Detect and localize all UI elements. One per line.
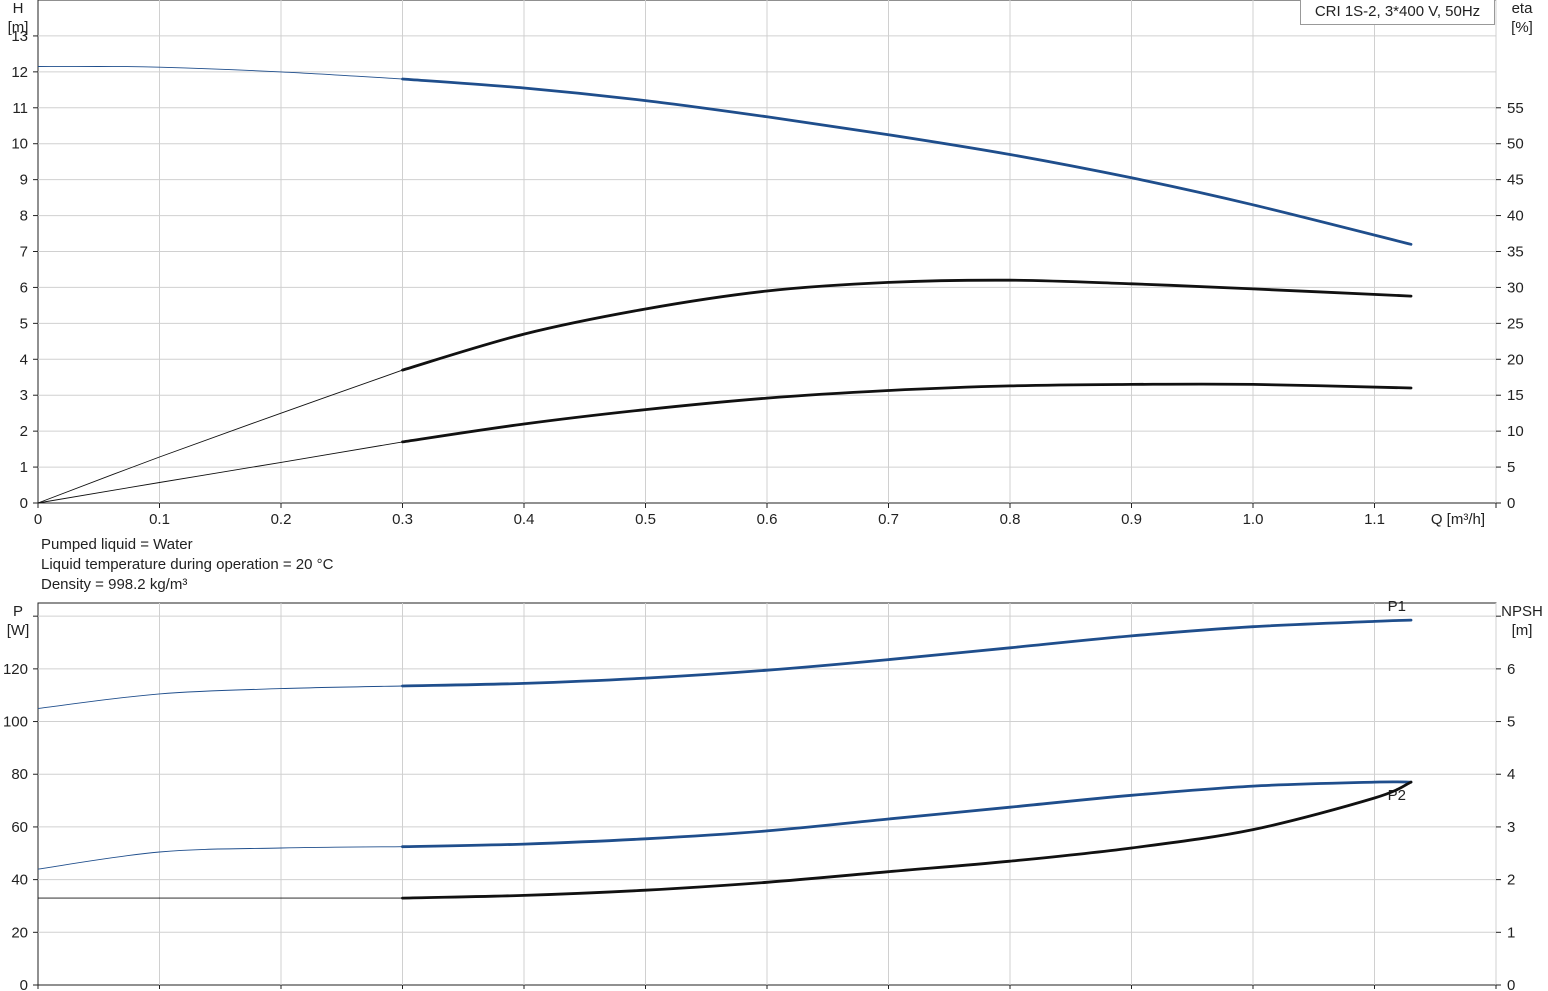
left-axis-tick-label: 3 xyxy=(20,387,28,404)
right-axis-tick-label: 0 xyxy=(1507,495,1515,512)
note-pumped-liquid: Pumped liquid = Water xyxy=(41,536,193,553)
right-axis-tick-label: 25 xyxy=(1507,315,1524,332)
left-axis-tick-label: 4 xyxy=(20,351,28,368)
p2-series-1-1-operating-range xyxy=(401,780,1413,849)
p1-series-1-0-operating-range xyxy=(401,618,1413,688)
right-axis-tick-label: 15 xyxy=(1507,387,1524,404)
left-axis-tick-label: 12 xyxy=(11,64,28,81)
head-efficiency-chart: 0123456789101112130510152025303540455055… xyxy=(8,0,1534,528)
note-liquid-temperature: Liquid temperature during operation = 20… xyxy=(41,556,334,573)
x-axis-title: Q [m³/h] xyxy=(1431,511,1485,528)
x-axis-tick-label: 0.9 xyxy=(1121,511,1142,528)
series-0-2-extended-range xyxy=(37,441,403,504)
right-axis-title: NPSH xyxy=(1501,603,1543,620)
left-axis-tick-label: 11 xyxy=(12,100,28,117)
left-axis-unit: [W] xyxy=(7,622,30,639)
note-density: Density = 998.2 kg/m³ xyxy=(41,576,188,593)
x-axis-tick-label: 0.3 xyxy=(392,511,413,528)
left-axis-tick-label: 120 xyxy=(3,661,28,678)
x-axis-tick-label: 0.7 xyxy=(878,511,899,528)
left-axis-tick-label: 8 xyxy=(20,208,28,225)
series-0-0-extended-range xyxy=(37,65,403,80)
right-axis-unit: [%] xyxy=(1511,19,1533,36)
left-axis-tick-label: 20 xyxy=(11,924,28,941)
series-0-2-operating-range xyxy=(401,382,1413,444)
left-axis-tick-label: 80 xyxy=(11,766,28,783)
left-axis-tick-label: 100 xyxy=(3,714,28,731)
right-axis-tick-label: 3 xyxy=(1507,819,1515,836)
left-axis-tick-label: 60 xyxy=(11,819,28,836)
chart-title: CRI 1S-2, 3*400 V, 50Hz xyxy=(1300,0,1495,25)
left-axis-tick-label: 2 xyxy=(20,423,28,440)
x-axis-tick-label: 0.2 xyxy=(271,511,292,528)
p1-series-1-0-extended-range xyxy=(37,685,403,709)
power-npsh-chart: 0204060801001200123456P[W]NPSH[m]P1P2 xyxy=(3,598,1543,991)
series-0-1-operating-range xyxy=(401,278,1413,372)
left-axis-tick-label: 0 xyxy=(20,977,28,991)
right-axis-tick-label: 2 xyxy=(1507,872,1515,889)
series-1-2-operating-range xyxy=(401,780,1413,900)
left-axis-unit: [m] xyxy=(8,19,29,36)
right-axis-title: eta xyxy=(1512,0,1534,17)
p2-series-1-1-extended-range xyxy=(37,846,403,870)
right-axis-tick-label: 5 xyxy=(1507,714,1515,731)
series-label-p1: P1 xyxy=(1388,598,1406,615)
left-axis-tick-label: 5 xyxy=(20,315,28,332)
right-axis-tick-label: 50 xyxy=(1507,136,1524,153)
left-axis-tick-label: 0 xyxy=(20,495,28,512)
x-axis-tick-label: 0.4 xyxy=(514,511,535,528)
left-axis-title: P xyxy=(13,603,23,620)
x-axis-tick-label: 1.1 xyxy=(1364,511,1385,528)
right-axis-tick-label: 1 xyxy=(1507,924,1515,941)
right-axis-tick-label: 5 xyxy=(1507,459,1515,476)
right-axis-tick-label: 30 xyxy=(1507,279,1524,296)
right-axis-tick-label: 6 xyxy=(1507,661,1515,678)
right-axis-tick-label: 55 xyxy=(1507,100,1524,117)
x-axis-tick-label: 0.8 xyxy=(1000,511,1021,528)
right-axis-tick-label: 4 xyxy=(1507,766,1515,783)
x-axis-tick-label: 0.1 xyxy=(149,511,170,528)
left-axis-tick-label: 1 xyxy=(20,459,28,476)
series-0-0-operating-range xyxy=(401,77,1413,246)
right-axis-tick-label: 20 xyxy=(1507,351,1524,368)
left-axis-tick-label: 40 xyxy=(11,872,28,889)
pump-curve-figure: 0123456789101112130510152025303540455055… xyxy=(3,0,1543,991)
left-axis-tick-label: 6 xyxy=(20,279,28,296)
x-axis-tick-label: 0.5 xyxy=(635,511,656,528)
left-axis-tick-label: 7 xyxy=(20,244,28,261)
x-axis-tick-label: 0 xyxy=(34,511,42,528)
x-axis-tick-label: 1.0 xyxy=(1243,511,1264,528)
x-axis-tick-label: 0.6 xyxy=(757,511,778,528)
right-axis-tick-label: 10 xyxy=(1507,423,1524,440)
left-axis-tick-label: 10 xyxy=(11,136,28,153)
left-axis-title: H xyxy=(13,0,24,17)
right-axis-tick-label: 45 xyxy=(1507,172,1524,189)
right-axis-tick-label: 35 xyxy=(1507,244,1524,261)
series-0-1-extended-range xyxy=(37,369,403,504)
right-axis-unit: [m] xyxy=(1512,622,1533,639)
left-axis-tick-label: 9 xyxy=(20,172,28,189)
right-axis-tick-label: 40 xyxy=(1507,208,1524,225)
right-axis-tick-label: 0 xyxy=(1507,977,1515,991)
